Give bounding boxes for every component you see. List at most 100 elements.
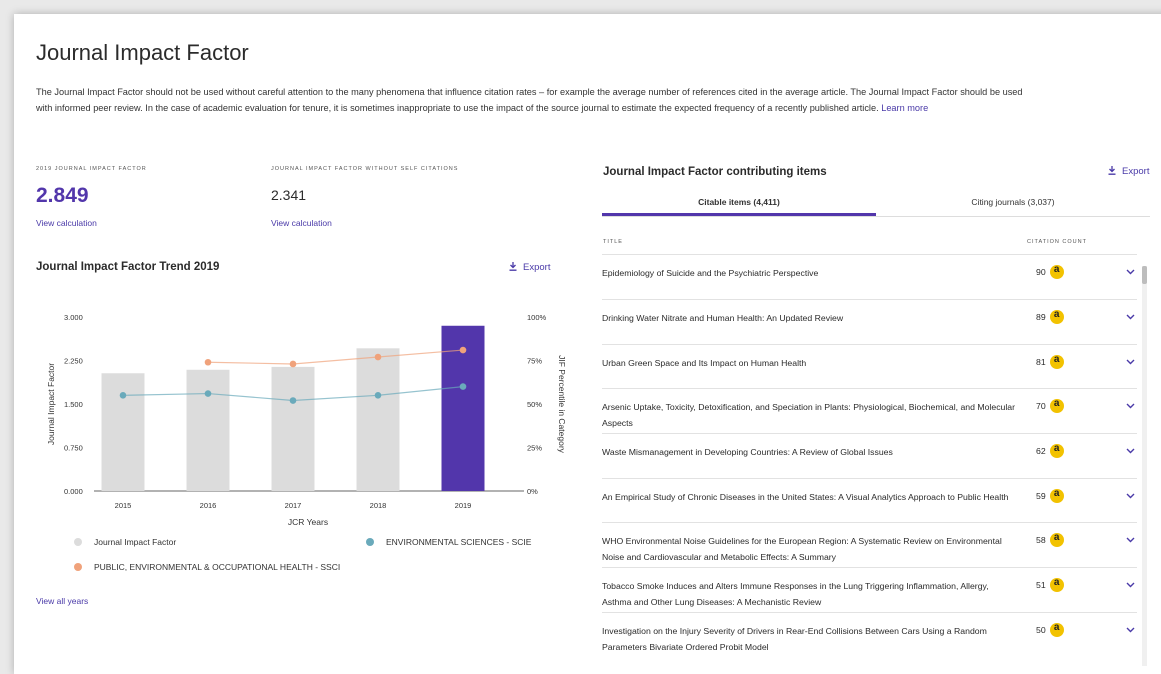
chevron-down-icon[interactable] — [1126, 359, 1135, 365]
y2-tick-label: 0% — [527, 487, 538, 496]
open-access-icon — [1049, 354, 1064, 369]
series-line-ssci — [207, 349, 464, 365]
contrib-export-button[interactable]: Export — [1108, 166, 1149, 177]
y-tick-label: 2.250 — [64, 357, 83, 366]
open-access-icon — [1049, 488, 1064, 503]
citation-count-value: 90 — [1036, 267, 1046, 277]
tab-citing-journals[interactable]: Citing journals (3,037) — [876, 192, 1150, 216]
item-title[interactable]: Epidemiology of Suicide and the Psychiat… — [602, 265, 1017, 281]
y2-axis-title: JIF Percentile in Category — [557, 355, 567, 454]
tab-citable-items[interactable]: Citable items (4,411) — [602, 192, 876, 216]
chevron-down-icon[interactable] — [1126, 582, 1135, 588]
point-ssci — [289, 360, 297, 368]
item-title[interactable]: Urban Green Space and Its Impact on Huma… — [602, 355, 1017, 371]
bar — [101, 373, 145, 491]
open-access-icon — [1049, 398, 1064, 413]
chevron-down-icon[interactable] — [1126, 493, 1135, 499]
citation-count-value: 62 — [1036, 446, 1046, 456]
item-title[interactable]: An Empirical Study of Chronic Diseases i… — [602, 489, 1017, 505]
item-title[interactable]: Drinking Water Nitrate and Human Health:… — [602, 310, 1017, 326]
open-access-icon — [1049, 443, 1064, 458]
y-tick-label: 0.750 — [64, 444, 83, 453]
item-citation-count: 62 — [1036, 443, 1064, 458]
point-scie — [459, 383, 467, 390]
legend-ssci-label: PUBLIC, ENVIRONMENTAL & OCCUPATIONAL HEA… — [94, 562, 341, 572]
citation-count-value: 51 — [1036, 580, 1046, 590]
item-title[interactable]: Arsenic Uptake, Toxicity, Detoxification… — [602, 399, 1017, 431]
chevron-down-icon[interactable] — [1126, 448, 1135, 454]
y2-tick-label: 25% — [527, 444, 542, 453]
list-item[interactable]: Tobacco Smoke Induces and Alters Immune … — [602, 567, 1137, 613]
legend-scie-swatch — [366, 538, 374, 546]
list-item[interactable]: WHO Environmental Noise Guidelines for t… — [602, 522, 1137, 568]
list-item[interactable]: Arsenic Uptake, Toxicity, Detoxification… — [602, 388, 1137, 434]
item-citation-count: 81 — [1036, 354, 1064, 369]
bar — [271, 366, 315, 491]
x-tick-label: 2017 — [285, 501, 302, 510]
point-ssci — [459, 346, 467, 354]
point-ssci — [374, 353, 382, 361]
item-citation-count: 59 — [1036, 488, 1064, 503]
list-item[interactable]: Epidemiology of Suicide and the Psychiat… — [602, 254, 1137, 300]
point-scie — [204, 390, 212, 397]
x-axis-title: JCR Years — [288, 517, 328, 527]
point-ssci — [204, 358, 212, 366]
list-item[interactable]: Drinking Water Nitrate and Human Health:… — [602, 299, 1137, 345]
y-axis-title: Journal Impact Factor — [46, 363, 56, 445]
item-citation-count: 70 — [1036, 398, 1064, 413]
open-access-icon — [1049, 622, 1064, 637]
y-tick-label: 3.000 — [64, 313, 83, 322]
contrib-scrollbar[interactable] — [1142, 266, 1147, 666]
chevron-down-icon[interactable] — [1126, 314, 1135, 320]
item-citation-count: 50 — [1036, 622, 1064, 637]
tab-divider — [602, 216, 1150, 217]
item-citation-count: 58 — [1036, 532, 1064, 547]
contrib-tabs: Citable items (4,411) Citing journals (3… — [602, 192, 1150, 216]
contrib-export-label: Export — [1122, 166, 1150, 177]
item-title[interactable]: Waste Mismanagement in Developing Countr… — [602, 444, 1017, 460]
list-item[interactable]: An Empirical Study of Chronic Diseases i… — [602, 478, 1137, 523]
legend-ssci: PUBLIC, ENVIRONMENTAL & OCCUPATIONAL HEA… — [74, 562, 340, 572]
list-item[interactable]: Urban Green Space and Its Impact on Huma… — [602, 344, 1137, 389]
jif-panel: Journal Impact Factor The Journal Impact… — [14, 14, 1161, 674]
jif-trend-chart: 0.000 0.750 1.500 2.250 3.000 0% 25% 50% 75% 100%… — [46, 313, 567, 527]
citation-count-value: 70 — [1036, 401, 1046, 411]
view-all-years-link[interactable]: View all years — [36, 596, 88, 606]
citation-count-value: 81 — [1036, 357, 1046, 367]
x-tick-label: 2018 — [370, 501, 387, 510]
citation-count-value: 58 — [1036, 535, 1046, 545]
citation-count-value: 50 — [1036, 625, 1046, 635]
legend-scie: ENVIRONMENTAL SCIENCES - SCIE — [366, 537, 531, 547]
item-title[interactable]: Tobacco Smoke Induces and Alters Immune … — [602, 578, 1017, 610]
open-access-icon — [1049, 532, 1064, 547]
open-access-icon — [1049, 264, 1064, 279]
legend-jif-label: Journal Impact Factor — [94, 537, 177, 547]
list-item[interactable]: Waste Mismanagement in Developing Countr… — [602, 433, 1137, 479]
x-tick-label: 2016 — [200, 501, 217, 510]
learn-more-link[interactable]: Learn more — [881, 103, 928, 113]
point-scie — [374, 392, 382, 399]
y-tick-label: 1.500 — [64, 400, 83, 409]
legend-ssci-swatch — [74, 563, 82, 571]
open-access-icon — [1049, 309, 1064, 324]
chevron-down-icon[interactable] — [1126, 403, 1135, 409]
item-title[interactable]: WHO Environmental Noise Guidelines for t… — [602, 533, 1017, 565]
chevron-down-icon[interactable] — [1126, 537, 1135, 543]
download-icon — [1108, 166, 1116, 175]
legend-scie-label: ENVIRONMENTAL SCIENCES - SCIE — [386, 537, 532, 547]
chevron-down-icon[interactable] — [1126, 627, 1135, 633]
open-access-icon — [1049, 577, 1064, 592]
legend-jif: Journal Impact Factor — [74, 537, 176, 547]
item-citation-count: 90 — [1036, 264, 1064, 279]
item-title[interactable]: Investigation on the Injury Severity of … — [602, 623, 1017, 655]
scrollbar-thumb[interactable] — [1142, 266, 1147, 284]
y-tick-label: 0.000 — [64, 487, 83, 496]
y2-tick-label: 100% — [527, 313, 547, 322]
point-scie — [119, 392, 127, 399]
citation-count-value: 89 — [1036, 312, 1046, 322]
x-tick-label: 2019 — [455, 501, 472, 510]
item-citation-count: 51 — [1036, 577, 1064, 592]
chevron-down-icon[interactable] — [1126, 269, 1135, 275]
list-item[interactable]: Investigation on the Injury Severity of … — [602, 612, 1137, 658]
point-scie — [289, 397, 297, 404]
